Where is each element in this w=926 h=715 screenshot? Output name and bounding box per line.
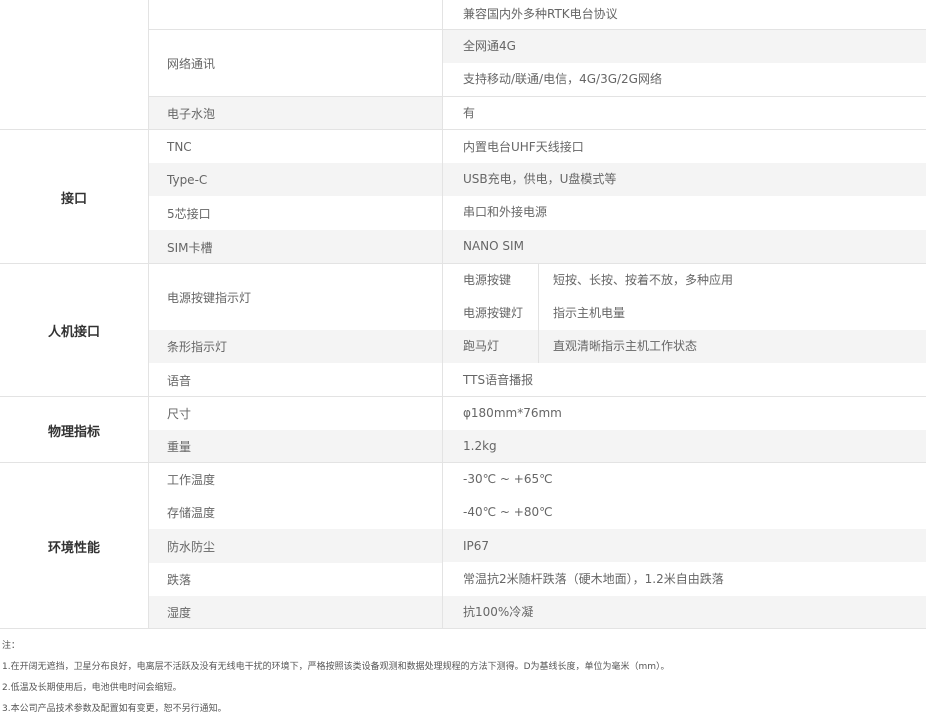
notes-title: 注： — [2, 641, 21, 651]
param-work-temp: 工作温度 — [149, 463, 443, 496]
row-divider — [149, 29, 926, 30]
value-drop: 常温抗2米随杆跌落（硬木地面），1.2米自由跌落 — [463, 572, 724, 586]
param-humidity: 湿度 — [149, 596, 443, 629]
subvalue-power-key-led: 指示主机电量 — [553, 306, 626, 320]
param-tnc: TNC — [149, 130, 443, 163]
note-item: 3.本公司产品技术参数及配置如有变更，恕不另行通知。 — [2, 704, 227, 714]
param-voice: 语音 — [149, 363, 443, 397]
param-bubble: 电子水泡 — [149, 97, 443, 130]
param-ip: 防水防尘 — [149, 529, 443, 563]
param-storage-temp: 存储温度 — [149, 496, 443, 529]
param-5pin: 5芯接口 — [149, 196, 443, 230]
category-environment: 环境性能 — [0, 463, 149, 629]
table-bottom-border — [0, 628, 926, 629]
row-divider — [149, 96, 926, 97]
value-5pin: 串口和外接电源 — [463, 205, 548, 219]
subvalue-marquee: 直观清晰指示主机工作状态 — [553, 339, 698, 353]
value-rtk-protocol: 兼容国内外多种RTK电台协议 — [463, 7, 618, 21]
param-size: 尺寸 — [149, 397, 443, 430]
param-bar-led: 条形指示灯 — [149, 330, 443, 363]
value-ip: IP67 — [463, 539, 490, 553]
param-weight: 重量 — [149, 430, 443, 463]
param-sim: SIM卡槽 — [149, 230, 443, 264]
param-typec: Type-C — [149, 163, 443, 196]
param-power-led: 电源按键指示灯 — [149, 264, 443, 330]
category-cell-top — [0, 0, 149, 130]
param-network: 网络通讯 — [149, 30, 443, 97]
value-tnc: 内置电台UHF天线接口 — [463, 140, 584, 154]
value-voice: TTS语音播报 — [463, 373, 534, 387]
category-hmi: 人机接口 — [0, 264, 149, 397]
value-bubble: 有 — [463, 106, 476, 120]
param-cell-top — [149, 0, 443, 30]
subparam-marquee: 跑马灯 — [463, 339, 500, 353]
value-network-bands: 支持移动/联通/电信，4G/3G/2G网络 — [463, 72, 662, 86]
value-storage-temp: -40℃ ~ +80℃ — [463, 505, 553, 519]
section-divider — [0, 129, 926, 130]
subparam-power-key: 电源按键 — [463, 273, 512, 287]
category-interface: 接口 — [0, 130, 149, 264]
value-typec: USB充电，供电，U盘模式等 — [463, 172, 617, 186]
sub-column-divider — [538, 264, 539, 363]
value-sim: NANO SIM — [463, 239, 524, 253]
section-divider — [0, 396, 926, 397]
value-size: φ180mm*76mm — [463, 406, 562, 420]
note-item: 1.在开阔无遮挡，卫星分布良好，电离层不活跃及没有无线电干扰的环境下，严格按照该… — [2, 662, 670, 672]
section-divider — [0, 263, 926, 264]
value-network-4g: 全网通4G — [463, 39, 516, 53]
subvalue-power-key: 短按、长按、按着不放，多种应用 — [553, 273, 734, 287]
note-item: 2.低温及长期使用后，电池供电时间会缩短。 — [2, 683, 182, 693]
param-drop: 跌落 — [149, 563, 443, 596]
subparam-power-key-led: 电源按键灯 — [463, 306, 524, 320]
value-humidity: 抗100%冷凝 — [463, 605, 534, 619]
category-physical: 物理指标 — [0, 397, 149, 463]
value-weight: 1.2kg — [463, 439, 497, 453]
value-work-temp: -30℃ ~ +65℃ — [463, 472, 553, 486]
footnotes: 注： 1.在开阔无遮挡，卫星分布良好，电离层不活跃及没有无线电干扰的环境下，严格… — [2, 638, 670, 715]
section-divider — [0, 462, 926, 463]
